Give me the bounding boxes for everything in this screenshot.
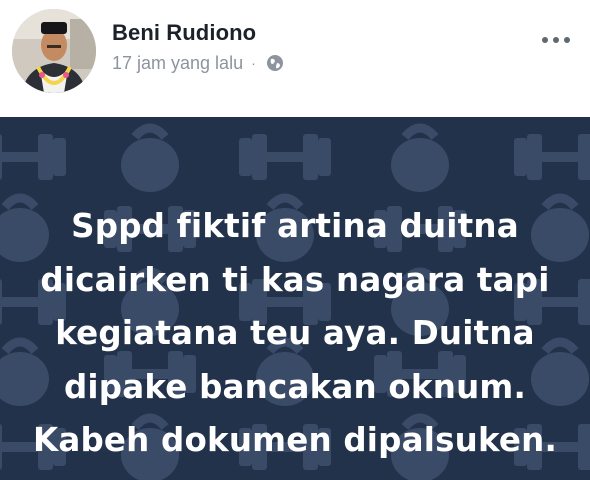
more-dot — [564, 37, 570, 43]
post-meta: 17 jam yang lalu · — [112, 52, 284, 74]
avatar-photo — [12, 9, 96, 93]
meta-separator: · — [251, 55, 256, 71]
post-text-line: kegiatana teu aya. Duitna — [55, 314, 535, 352]
more-dot — [553, 37, 559, 43]
post-timestamp[interactable]: 17 jam yang lalu — [112, 53, 243, 74]
more-options-icon[interactable] — [536, 28, 576, 52]
author-avatar[interactable] — [12, 9, 96, 93]
post-text: Sppd fiktif artina duitna dicairken ti k… — [0, 200, 590, 468]
more-dot — [542, 37, 548, 43]
post-text-line: Sppd fiktif artina duitna — [71, 207, 519, 245]
text-post-card[interactable]: Sppd fiktif artina duitna dicairken ti k… — [0, 117, 590, 480]
post-header: Beni Rudiono 17 jam yang lalu · — [0, 0, 590, 117]
globe-icon[interactable] — [266, 54, 284, 72]
post-text-line: Kabeh dokumen dipalsuken. — [32, 421, 558, 459]
post-text-line: dipake bancakan oknum. — [63, 367, 527, 406]
post-text-line: dicairken ti kas nagara tapi — [40, 260, 550, 299]
author-name[interactable]: Beni Rudiono — [112, 20, 256, 46]
